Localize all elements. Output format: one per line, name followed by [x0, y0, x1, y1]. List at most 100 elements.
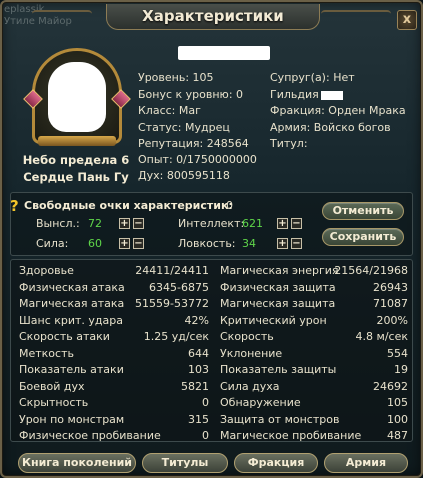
- stats-right-row: Обнаружение 105: [220, 395, 408, 411]
- stat-label: Здоровье: [19, 264, 74, 277]
- titles-button[interactable]: Титулы: [142, 453, 228, 473]
- avatar: [23, 48, 131, 148]
- stat-value: 21564/21968: [334, 264, 408, 277]
- stat-label: Боевой дух: [19, 379, 85, 393]
- stat-value: 100: [387, 412, 408, 426]
- attr-intellect-label: Интеллект:: [178, 217, 245, 230]
- rank-line-1: Небо предела 6: [22, 153, 130, 167]
- stats-right-row: Показатель защиты 19: [220, 362, 408, 378]
- stats-left-row: Меткость 644: [19, 346, 209, 362]
- info-value: Маг: [178, 104, 201, 117]
- guild-redacted: [320, 90, 343, 100]
- agility-plus-button[interactable]: +: [277, 238, 288, 249]
- stat-value: 315: [188, 412, 209, 426]
- info-label: Опыт:: [138, 153, 173, 166]
- info-spouse: Супруг(а): Нет: [270, 71, 355, 84]
- stats-left-row: Скрытность 0: [19, 395, 209, 411]
- strength-minus-button[interactable]: −: [133, 238, 144, 249]
- info-spirit: Дух: 800595118: [138, 169, 230, 182]
- stat-label: Урон по монстрам: [19, 412, 125, 426]
- stat-value: 24411/24411: [135, 264, 209, 277]
- stats-left-row: Боевой дух 5821: [19, 379, 209, 395]
- stat-value: 200%: [376, 313, 408, 327]
- character-name-redacted: [178, 46, 270, 60]
- info-label: Армия:: [270, 121, 311, 134]
- info-label: Гильдия: [270, 88, 319, 101]
- info-value: 0: [236, 88, 244, 101]
- stats-right-row: Магическая защита 71087: [220, 296, 408, 312]
- info-label: Бонус к уровню:: [138, 88, 233, 101]
- cancel-button[interactable]: Отменить: [322, 202, 404, 220]
- stat-label: Скорость: [220, 330, 274, 343]
- stat-value: 103: [188, 363, 209, 376]
- info-value: Нет: [333, 71, 355, 84]
- stat-value: 105: [387, 396, 408, 409]
- free-points-value: 0: [226, 199, 233, 212]
- stat-label: Магическая атака: [19, 297, 125, 310]
- title-ornament-right: [321, 10, 391, 22]
- stat-label: Показатель защиты: [220, 363, 337, 376]
- stats-right-row: Магическая энергия 21564/21968: [220, 263, 408, 279]
- stat-value: 26943: [373, 280, 408, 294]
- stat-label: Уклонение: [220, 346, 283, 360]
- stamina-minus-button[interactable]: −: [133, 218, 144, 229]
- stats-left-row: Физическое пробивание 0: [19, 428, 209, 444]
- stat-label: Критический урон: [220, 313, 327, 327]
- info-value: 0/1750000000: [176, 153, 257, 166]
- stat-value: 5821: [181, 379, 209, 393]
- close-button[interactable]: x: [397, 10, 417, 30]
- info-label: Статус:: [138, 121, 182, 134]
- attr-agility-value: 34: [242, 237, 256, 250]
- faction-button[interactable]: Фракция: [234, 453, 318, 473]
- info-label: Фракция:: [270, 104, 325, 117]
- stat-label: Физическая атака: [19, 280, 125, 294]
- stat-value: 42%: [184, 313, 209, 327]
- info-level-bonus: Бонус к уровню: 0: [138, 88, 243, 101]
- info-value: 248564: [206, 137, 249, 150]
- agility-minus-button[interactable]: −: [291, 238, 302, 249]
- info-reputation: Репутация: 248564: [138, 137, 249, 150]
- title-ornament-left: [32, 10, 92, 22]
- info-value: 105: [192, 71, 214, 84]
- avatar-image: [48, 62, 106, 132]
- stat-value: 51559-53772: [135, 297, 209, 310]
- help-icon[interactable]: ?: [10, 197, 19, 215]
- stats-left-row: Здоровье 24411/24411: [19, 263, 209, 279]
- stat-value: 4.8 м/сек: [355, 330, 408, 343]
- stats-right-row: Магическое пробивание 487: [220, 428, 408, 444]
- intellect-minus-button[interactable]: −: [291, 218, 302, 229]
- info-label: Дух:: [138, 169, 164, 182]
- free-points-label: Свободные очки характеристик:: [24, 199, 233, 212]
- stats-right-row: Уклонение 554: [220, 346, 408, 362]
- rank-line-2: Сердце Пань Гу: [23, 170, 129, 184]
- info-label: Класс:: [138, 104, 176, 117]
- stats-right-row: Сила духа 24692: [220, 379, 408, 395]
- generations-book-button[interactable]: Книга поколений: [18, 453, 136, 473]
- info-label: Репутация:: [138, 137, 204, 150]
- army-button[interactable]: Армия: [324, 453, 408, 473]
- stat-label: Обнаружение: [220, 396, 301, 409]
- info-title: Титул:: [270, 137, 308, 150]
- stat-value: 0: [202, 396, 209, 409]
- stat-label: Магическая энергия: [220, 264, 339, 277]
- strength-plus-button[interactable]: +: [119, 238, 130, 249]
- attr-strength-value: 60: [88, 237, 102, 250]
- stats-left-row: Магическая атака 51559-53772: [19, 296, 209, 312]
- save-button[interactable]: Сохранить: [322, 228, 404, 246]
- stat-value: 24692: [373, 379, 408, 393]
- info-value: Войско богов: [313, 121, 391, 134]
- info-faction: Фракция: Орден Мрака: [270, 104, 406, 117]
- stat-value: 0: [202, 429, 209, 442]
- stat-value: 644: [188, 346, 209, 360]
- stats-right-row: Критический урон 200%: [220, 313, 408, 329]
- info-experience: Опыт: 0/1750000000: [138, 153, 257, 166]
- info-value: Мудрец: [185, 121, 230, 134]
- stats-right-row: Скорость 4.8 м/сек: [220, 329, 408, 345]
- stats-left-row: Скорость атаки 1.25 уд/сек: [19, 329, 209, 345]
- stats-left-row: Шанс крит. удара 42%: [19, 313, 209, 329]
- stat-value: 6345-6875: [149, 280, 209, 294]
- stamina-plus-button[interactable]: +: [119, 218, 130, 229]
- info-class: Класс: Маг: [138, 104, 201, 117]
- intellect-plus-button[interactable]: +: [277, 218, 288, 229]
- info-value: Орден Мрака: [328, 104, 406, 117]
